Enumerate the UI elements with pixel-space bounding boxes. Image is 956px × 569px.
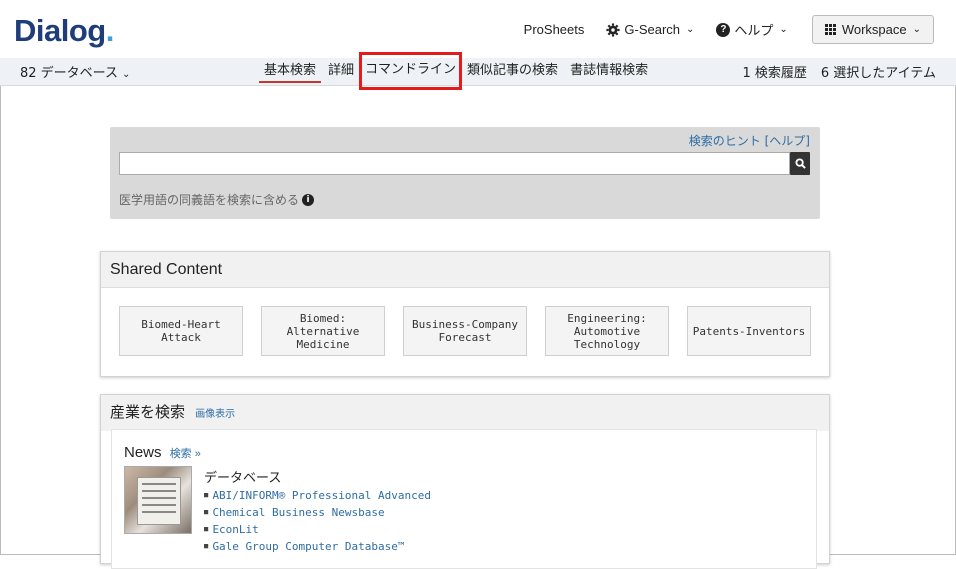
search-tabs: 基本検索 詳細 コマンドライン 類似記事の検索 書誌情報検索 [258, 52, 654, 90]
card-engineering-automotive[interactable]: Engineering: Automotive Technology [545, 306, 669, 356]
workspace-label: Workspace [841, 22, 907, 37]
news-title-text: News [124, 444, 162, 461]
database-link[interactable]: Chemical Business Newsbase [204, 504, 431, 521]
selected-items-link[interactable]: 6 選択したアイテム [821, 62, 936, 81]
tab-basic-search[interactable]: 基本検索 [258, 58, 322, 86]
nav-right-links: 1 検索履歴 6 選択したアイテム [728, 62, 936, 81]
synonym-option[interactable]: 医学用語の同義語を検索に含める i [119, 191, 315, 208]
synonym-label: 医学用語の同義語を検索に含める [119, 193, 300, 207]
shared-content-cards: Biomed-Heart Attack Biomed: Alternative … [119, 306, 829, 356]
gsearch-label: G-Search [624, 22, 681, 37]
search-button[interactable] [790, 152, 810, 175]
database-list: ABI/INFORM® Professional Advanced Chemic… [204, 487, 431, 555]
database-selector[interactable]: 82 データベース ⌄ [20, 62, 130, 81]
card-patents-inventors[interactable]: Patents-Inventors [687, 306, 811, 356]
help-label: ヘルプ [734, 23, 774, 38]
card-business-company-forecast[interactable]: Business-Company Forecast [403, 306, 527, 356]
prosheets-link[interactable]: ProSheets [524, 22, 585, 37]
image-view-link[interactable]: 画像表示 [195, 409, 235, 420]
dialog-logo[interactable]: Dialog. [14, 13, 114, 49]
grid-icon [824, 24, 836, 35]
industry-title-text: 産業を検索 [110, 404, 186, 421]
top-header: Dialog. ProSheets G-Search ⌄ ? ヘルプ ⌄ Wor… [0, 0, 956, 58]
news-heading: News 検索 » [124, 444, 201, 461]
search-input[interactable] [119, 152, 790, 175]
search-tips: 検索のヒント [ヘルプ] [689, 132, 810, 149]
chevron-down-icon: ⌄ [686, 24, 695, 35]
industry-title: 産業を検索 画像表示 [101, 395, 829, 431]
chevron-down-icon: ⌄ [779, 24, 788, 35]
gear-icon [606, 22, 620, 37]
chevron-down-icon: ⌄ [912, 24, 921, 35]
database-link[interactable]: Gale Group Computer Database™ [204, 538, 431, 555]
tab-bibliographic-search[interactable]: 書誌情報検索 [564, 58, 654, 86]
gsearch-menu[interactable]: G-Search ⌄ [606, 22, 694, 37]
database-list-title: データベース [204, 471, 282, 486]
database-link[interactable]: ABI/INFORM® Professional Advanced [204, 487, 431, 504]
industry-search-panel: 産業を検索 画像表示 News 検索 » データベース ABI/INFORM® … [100, 394, 830, 569]
top-right-menu: ProSheets G-Search ⌄ ? ヘルプ ⌄ Workspace ⌄ [502, 15, 934, 44]
card-biomed-heart-attack[interactable]: Biomed-Heart Attack [119, 306, 243, 356]
search-history-link[interactable]: 1 検索履歴 [742, 62, 806, 81]
news-search-link[interactable]: 検索 » [170, 448, 201, 460]
chevron-down-icon: ⌄ [122, 69, 131, 80]
shared-content-title: Shared Content [101, 252, 829, 288]
info-icon[interactable]: i [302, 193, 315, 206]
card-biomed-alternative-medicine[interactable]: Biomed: Alternative Medicine [261, 306, 385, 356]
search-icon [794, 158, 806, 169]
question-icon: ? [716, 22, 731, 37]
search-panel: 検索のヒント [ヘルプ] 医学用語の同義語を検索に含める i [110, 127, 820, 219]
help-link[interactable]: [ヘルプ] [765, 134, 810, 148]
nav-bar: 82 データベース ⌄ 基本検索 詳細 コマンドライン 類似記事の検索 書誌情報検… [0, 52, 956, 90]
tab-similar-articles[interactable]: 類似記事の検索 [461, 58, 564, 86]
search-tips-link[interactable]: 検索のヒント [689, 134, 761, 148]
tab-command-line[interactable]: コマンドライン [359, 52, 463, 90]
tab-advanced[interactable]: 詳細 [322, 58, 360, 86]
database-link[interactable]: EconLit [204, 521, 431, 538]
database-count: 82 データベース [20, 66, 119, 81]
workspace-button[interactable]: Workspace ⌄ [811, 15, 934, 44]
shared-content-panel: Shared Content Biomed-Heart Attack Biome… [100, 251, 830, 377]
newspaper-image [124, 466, 192, 534]
help-menu[interactable]: ? ヘルプ ⌄ [716, 20, 788, 39]
news-section: News 検索 » データベース ABI/INFORM® Professiona… [111, 429, 817, 569]
